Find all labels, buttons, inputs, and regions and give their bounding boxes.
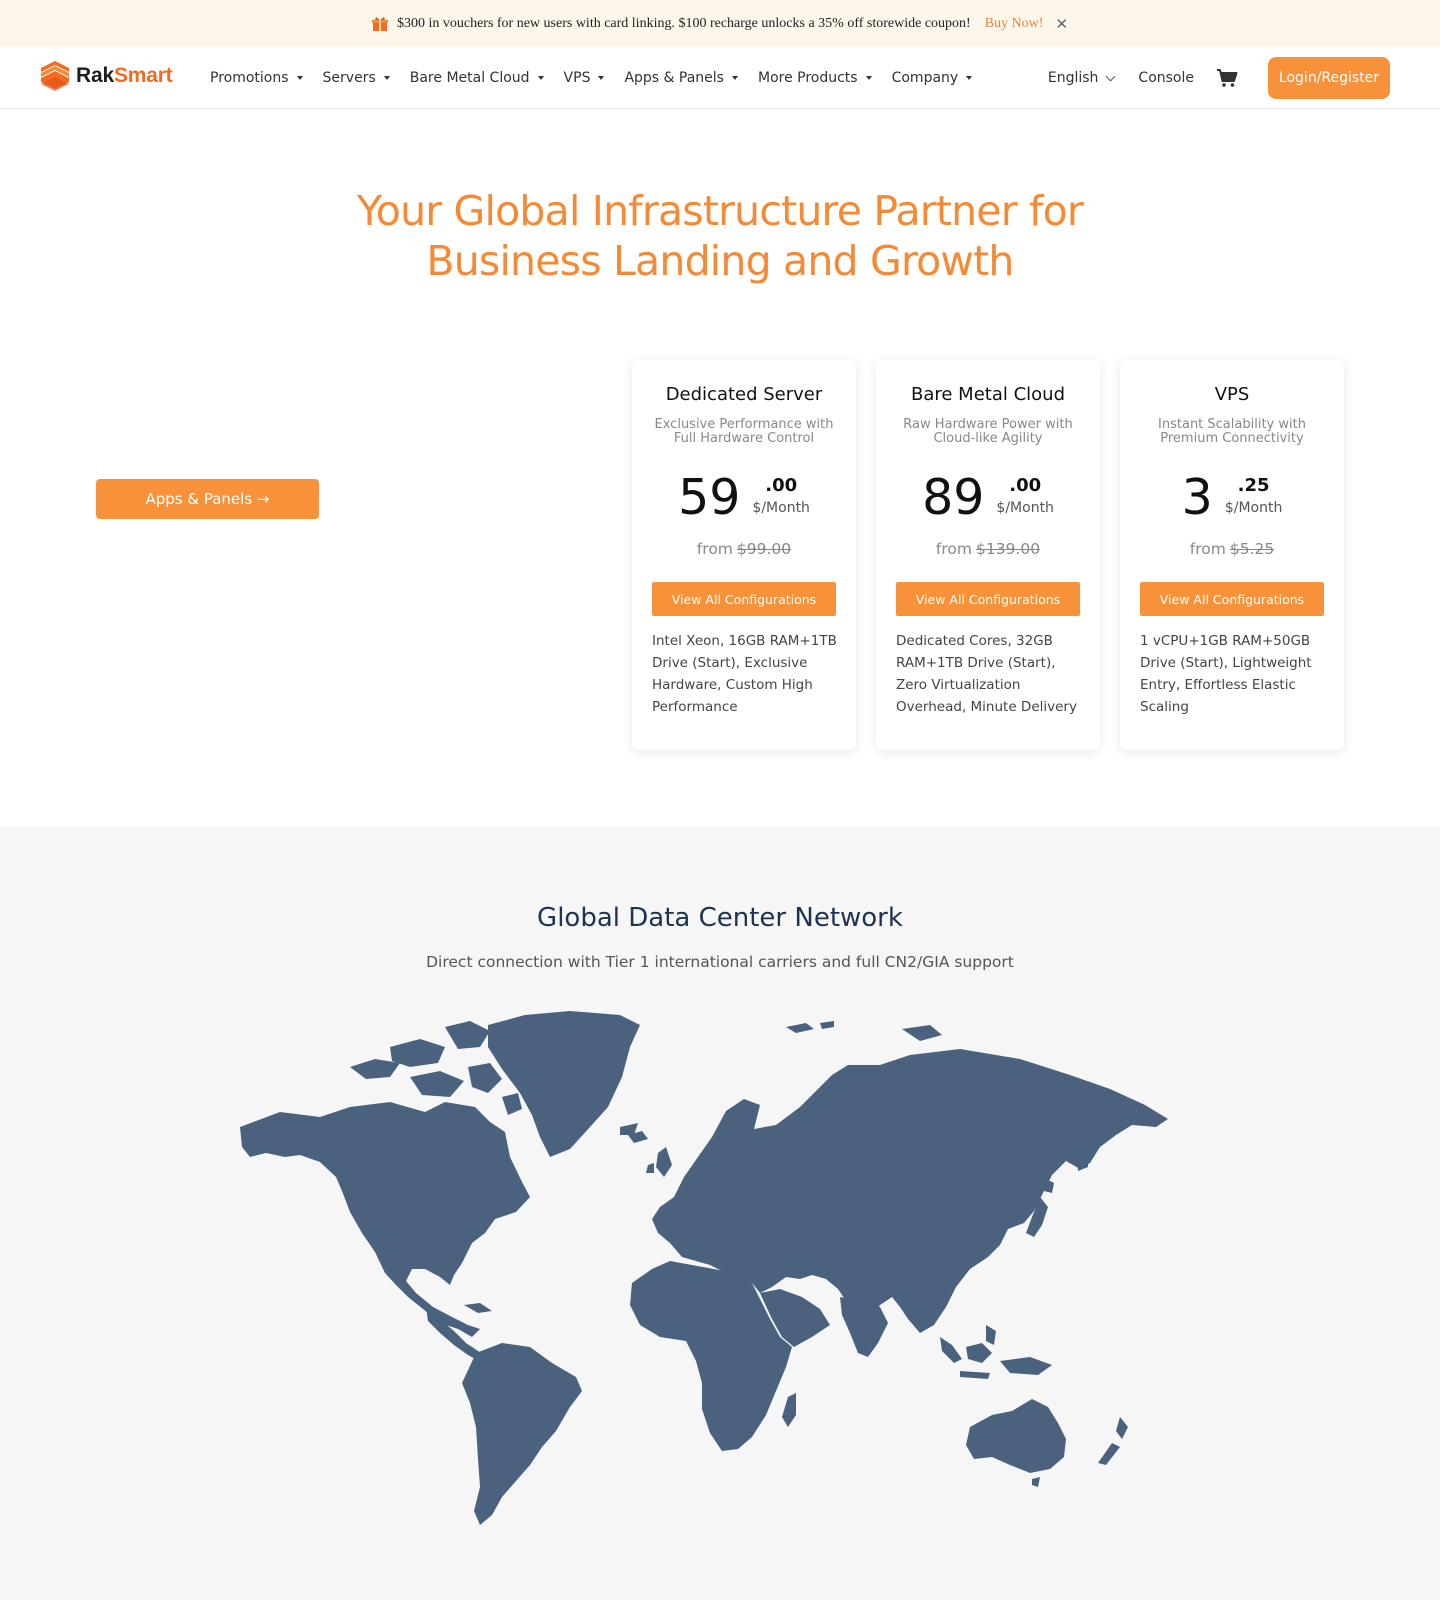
card-description: Intel Xeon, 16GB RAM+1TB Drive (Start), …	[652, 633, 837, 715]
price-unit: $/Month	[1224, 500, 1283, 516]
price-unit: $/Month	[996, 500, 1054, 516]
nav-item-label: Company	[891, 70, 959, 86]
console-link[interactable]: Console	[1138, 70, 1194, 86]
card-price: 89 .00 $/Month	[876, 471, 1100, 525]
nav-item-company[interactable]: Company	[892, 70, 973, 86]
caret-down-icon	[731, 76, 738, 80]
old-price: $139.00	[975, 540, 1041, 558]
nav-item-promotions[interactable]: Promotions	[210, 70, 303, 86]
nav-item-more-products[interactable]: More Products	[758, 70, 872, 86]
view-configurations-button[interactable]: View All Configurations	[1140, 582, 1324, 616]
view-configurations-button[interactable]: View All Configurations	[896, 582, 1080, 616]
caret-down-icon	[296, 76, 303, 80]
close-icon[interactable]: ✕	[1055, 15, 1068, 33]
product-card-dedicated-server: Dedicated Server Exclusive Performance w…	[632, 360, 856, 750]
logo-icon	[41, 61, 69, 91]
hero-title: Your Global Infrastructure Partner for B…	[0, 186, 1440, 286]
price-integer: 59	[678, 469, 741, 526]
login-register-button[interactable]: Login/Register	[1268, 57, 1390, 99]
network-subtitle: Direct connection with Tier 1 internatio…	[426, 953, 1014, 971]
chevron-down-icon	[1105, 71, 1116, 81]
card-subtitle: Instant Scalability with Premium Connect…	[1158, 417, 1306, 446]
price-decimal: .00	[1009, 475, 1042, 496]
original-price: from $5.25	[1120, 540, 1344, 558]
price-decimal: .00	[765, 475, 798, 496]
nav-menu: Promotions Servers Bare Metal Cloud VPS …	[210, 47, 992, 109]
nav-item-label: Apps & Panels	[624, 70, 724, 86]
cart-icon[interactable]	[1216, 68, 1238, 88]
from-label: from	[696, 540, 733, 558]
main-nav: RakSmart Promotions Servers Bare Metal C…	[0, 47, 1440, 109]
hero-title-line2: Business Landing and Growth	[426, 237, 1014, 285]
from-label: from	[935, 540, 972, 558]
caret-down-icon	[537, 76, 544, 80]
language-selector[interactable]: English	[1047, 70, 1116, 86]
price-unit: $/Month	[752, 500, 810, 516]
hero-title-line1: Your Global Infrastructure Partner for	[357, 187, 1084, 235]
caret-down-icon	[598, 76, 605, 80]
promo-text: $300 in vouchers for new users with card…	[396, 15, 971, 31]
buy-now-link[interactable]: Buy Now!	[985, 16, 1044, 32]
caret-down-icon	[383, 76, 390, 80]
old-price: $99.00	[736, 540, 792, 558]
old-price: $5.25	[1229, 540, 1275, 558]
logo-rak: Rak	[76, 64, 114, 87]
nav-item-label: VPS	[563, 70, 591, 86]
view-configurations-button[interactable]: View All Configurations	[652, 582, 836, 616]
card-description: Dedicated Cores, 32GB RAM+1TB Drive (Sta…	[896, 633, 1077, 715]
card-price: 3 .25 $/Month	[1120, 471, 1344, 525]
nav-item-label: More Products	[757, 70, 858, 86]
promo-bar: $300 in vouchers for new users with card…	[0, 0, 1440, 47]
nav-right: English Console Login/Register	[1048, 47, 1440, 109]
card-price: 59 .00 $/Month	[632, 471, 856, 525]
original-price: from $139.00	[876, 540, 1100, 558]
card-subtitle: Raw Hardware Power with Cloud-like Agili…	[903, 417, 1073, 446]
language-label: English	[1047, 70, 1099, 86]
nav-item-servers[interactable]: Servers	[323, 70, 390, 86]
world-map	[240, 1011, 1168, 1525]
card-description: 1 vCPU+1GB RAM+50GB Drive (Start), Light…	[1140, 633, 1312, 715]
gift-icon	[371, 16, 388, 31]
card-title: Bare Metal Cloud	[910, 384, 1065, 405]
caret-down-icon	[865, 76, 872, 80]
network-title: Global Data Center Network	[537, 903, 903, 933]
price-integer: 89	[922, 469, 985, 526]
nav-item-label: Bare Metal Cloud	[409, 70, 530, 86]
caret-down-icon	[966, 76, 973, 80]
nav-item-bare-metal-cloud[interactable]: Bare Metal Cloud	[410, 70, 544, 86]
logo-text: RakSmart	[76, 64, 173, 88]
network-section: Global Data Center Network Direct connec…	[0, 827, 1440, 1600]
price-integer: 3	[1181, 469, 1213, 526]
price-decimal: .25	[1237, 475, 1270, 496]
logo[interactable]: RakSmart	[40, 60, 173, 92]
apps-panels-button[interactable]: Apps & Panels →	[96, 479, 319, 519]
card-subtitle: Exclusive Performance with Full Hardware…	[654, 417, 834, 446]
original-price: from $99.00	[632, 540, 856, 558]
product-card-vps: VPS Instant Scalability with Premium Con…	[1120, 360, 1344, 750]
nav-item-label: Promotions	[210, 70, 289, 86]
card-title: Dedicated Server	[665, 384, 823, 405]
from-label: from	[1189, 540, 1226, 558]
product-card-bare-metal-cloud: Bare Metal Cloud Raw Hardware Power with…	[876, 360, 1100, 750]
logo-smart: Smart	[113, 64, 173, 87]
card-title: VPS	[1214, 384, 1250, 405]
nav-item-vps[interactable]: VPS	[564, 70, 605, 86]
nav-item-label: Servers	[322, 70, 376, 86]
nav-item-apps-panels[interactable]: Apps & Panels	[624, 70, 738, 86]
